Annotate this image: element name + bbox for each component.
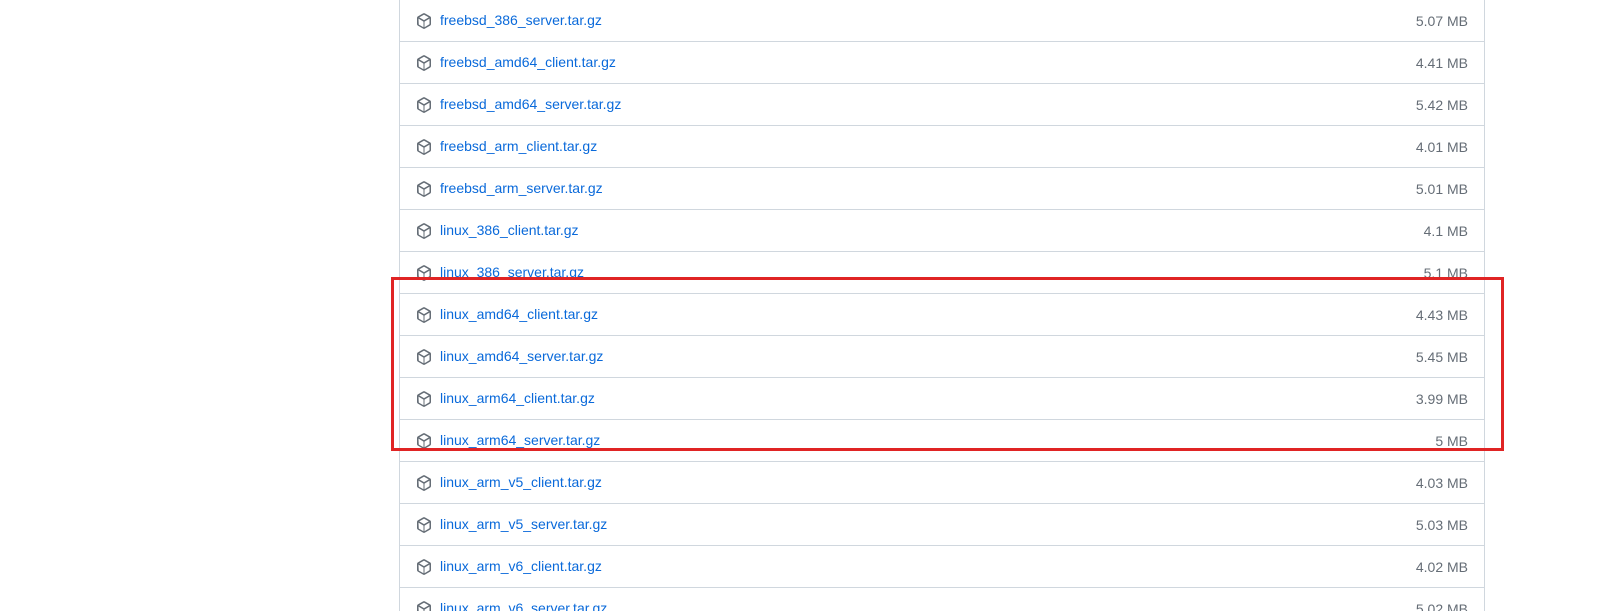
asset-row: linux_386_client.tar.gz 4.1 MB — [400, 210, 1484, 252]
package-icon — [416, 559, 432, 575]
package-icon — [416, 97, 432, 113]
asset-left: linux_amd64_server.tar.gz — [416, 346, 1400, 367]
asset-row: freebsd_arm_client.tar.gz 4.01 MB — [400, 126, 1484, 168]
asset-link[interactable]: freebsd_386_server.tar.gz — [440, 10, 602, 31]
asset-row: linux_amd64_server.tar.gz 5.45 MB — [400, 336, 1484, 378]
asset-link[interactable]: linux_386_client.tar.gz — [440, 220, 579, 241]
asset-left: linux_386_client.tar.gz — [416, 220, 1408, 241]
asset-size: 5.01 MB — [1416, 181, 1468, 197]
asset-size: 5.07 MB — [1416, 13, 1468, 29]
asset-link[interactable]: linux_386_server.tar.gz — [440, 262, 584, 283]
asset-left: freebsd_arm_client.tar.gz — [416, 136, 1400, 157]
asset-size: 5.02 MB — [1416, 601, 1468, 611]
asset-left: linux_arm64_client.tar.gz — [416, 388, 1400, 409]
package-icon — [416, 13, 432, 29]
asset-link[interactable]: linux_arm_v5_client.tar.gz — [440, 472, 602, 493]
asset-size: 5.1 MB — [1424, 265, 1468, 281]
asset-left: linux_amd64_client.tar.gz — [416, 304, 1400, 325]
package-icon — [416, 517, 432, 533]
asset-row: freebsd_amd64_server.tar.gz 5.42 MB — [400, 84, 1484, 126]
asset-row: linux_arm64_server.tar.gz 5 MB — [400, 420, 1484, 462]
asset-size: 4.03 MB — [1416, 475, 1468, 491]
package-icon — [416, 139, 432, 155]
asset-size: 4.02 MB — [1416, 559, 1468, 575]
asset-row: linux_amd64_client.tar.gz 4.43 MB — [400, 294, 1484, 336]
asset-link[interactable]: freebsd_amd64_client.tar.gz — [440, 52, 616, 73]
asset-row: freebsd_arm_server.tar.gz 5.01 MB — [400, 168, 1484, 210]
asset-row: linux_arm_v6_client.tar.gz 4.02 MB — [400, 546, 1484, 588]
asset-row: linux_386_server.tar.gz 5.1 MB — [400, 252, 1484, 294]
package-icon — [416, 475, 432, 491]
asset-size: 4.41 MB — [1416, 55, 1468, 71]
asset-size: 3.99 MB — [1416, 391, 1468, 407]
asset-list: freebsd_386_server.tar.gz 5.07 MB freebs… — [399, 0, 1485, 611]
package-icon — [416, 265, 432, 281]
asset-link[interactable]: linux_arm_v6_client.tar.gz — [440, 556, 602, 577]
asset-link[interactable]: linux_arm64_client.tar.gz — [440, 388, 595, 409]
asset-row: freebsd_amd64_client.tar.gz 4.41 MB — [400, 42, 1484, 84]
package-icon — [416, 601, 432, 611]
asset-size: 5.42 MB — [1416, 97, 1468, 113]
asset-link[interactable]: freebsd_amd64_server.tar.gz — [440, 94, 621, 115]
asset-left: linux_386_server.tar.gz — [416, 262, 1408, 283]
asset-link[interactable]: linux_amd64_server.tar.gz — [440, 346, 603, 367]
asset-left: linux_arm_v5_client.tar.gz — [416, 472, 1400, 493]
asset-left: linux_arm_v6_server.tar.gz — [416, 598, 1400, 611]
asset-link[interactable]: linux_arm64_server.tar.gz — [440, 430, 600, 451]
asset-left: linux_arm_v5_server.tar.gz — [416, 514, 1400, 535]
asset-size: 4.01 MB — [1416, 139, 1468, 155]
asset-left: freebsd_386_server.tar.gz — [416, 10, 1400, 31]
package-icon — [416, 55, 432, 71]
asset-link[interactable]: linux_arm_v5_server.tar.gz — [440, 514, 607, 535]
asset-row: freebsd_386_server.tar.gz 5.07 MB — [400, 0, 1484, 42]
asset-left: linux_arm64_server.tar.gz — [416, 430, 1419, 451]
asset-left: freebsd_amd64_client.tar.gz — [416, 52, 1400, 73]
package-icon — [416, 223, 432, 239]
asset-link[interactable]: freebsd_arm_client.tar.gz — [440, 136, 597, 157]
asset-left: freebsd_amd64_server.tar.gz — [416, 94, 1400, 115]
asset-size: 4.1 MB — [1424, 223, 1468, 239]
asset-row: linux_arm_v6_server.tar.gz 5.02 MB — [400, 588, 1484, 611]
package-icon — [416, 181, 432, 197]
asset-left: freebsd_arm_server.tar.gz — [416, 178, 1400, 199]
asset-size: 5.45 MB — [1416, 349, 1468, 365]
asset-size: 4.43 MB — [1416, 307, 1468, 323]
asset-left: linux_arm_v6_client.tar.gz — [416, 556, 1400, 577]
package-icon — [416, 307, 432, 323]
package-icon — [416, 433, 432, 449]
asset-row: linux_arm_v5_server.tar.gz 5.03 MB — [400, 504, 1484, 546]
asset-size: 5.03 MB — [1416, 517, 1468, 533]
asset-link[interactable]: linux_arm_v6_server.tar.gz — [440, 598, 607, 611]
asset-link[interactable]: freebsd_arm_server.tar.gz — [440, 178, 603, 199]
asset-row: linux_arm64_client.tar.gz 3.99 MB — [400, 378, 1484, 420]
package-icon — [416, 349, 432, 365]
asset-link[interactable]: linux_amd64_client.tar.gz — [440, 304, 598, 325]
asset-size: 5 MB — [1435, 433, 1468, 449]
package-icon — [416, 391, 432, 407]
asset-row: linux_arm_v5_client.tar.gz 4.03 MB — [400, 462, 1484, 504]
